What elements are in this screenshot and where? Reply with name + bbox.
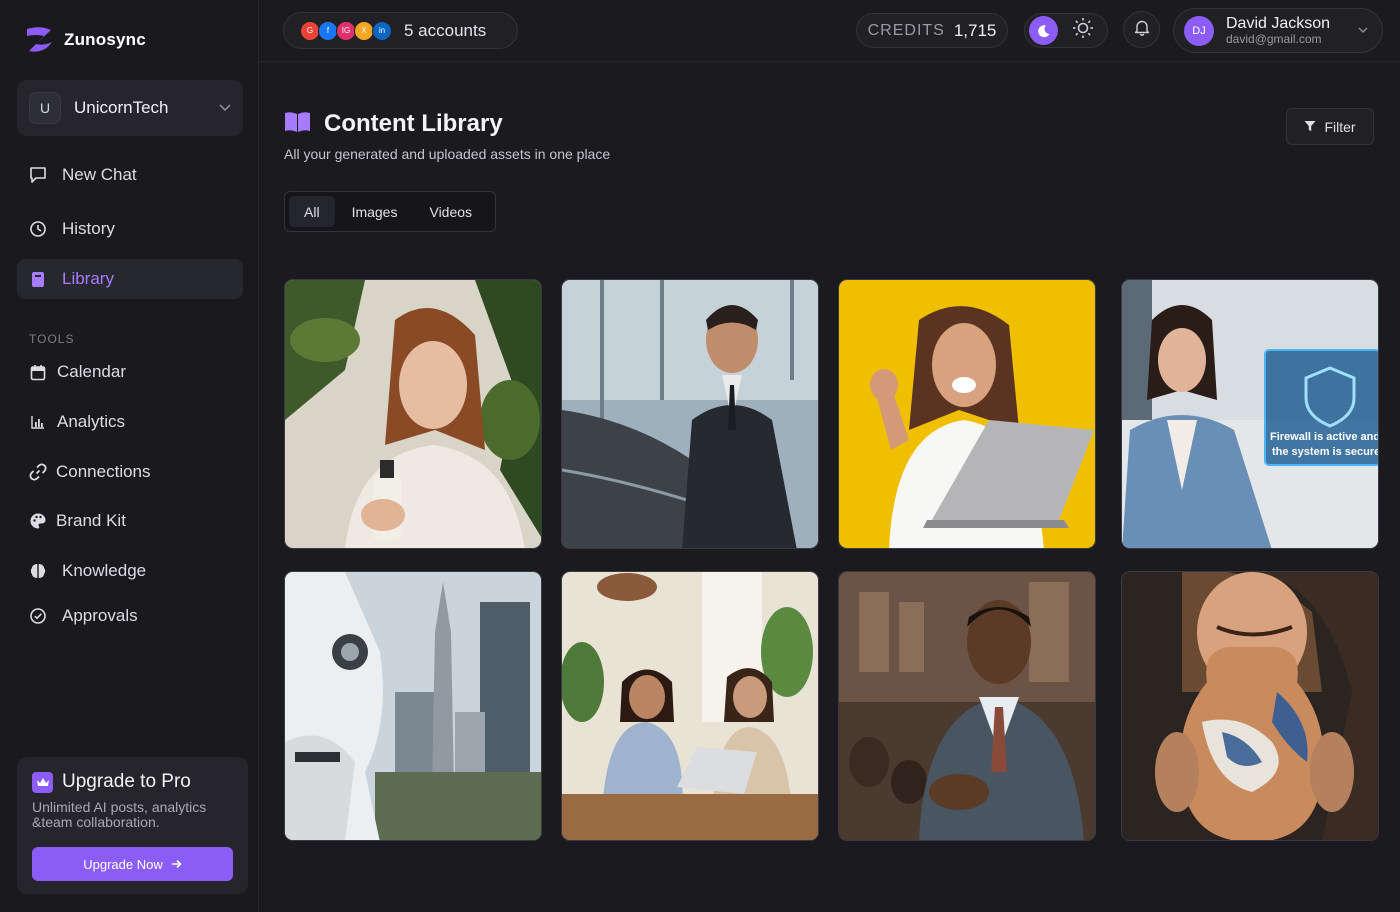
library-item[interactable] [561,571,819,841]
nav-library[interactable]: Library [17,259,243,299]
clock-icon [28,219,48,239]
nav-history[interactable]: History [17,209,243,249]
zunosync-logo-icon [27,27,52,52]
brand-name: Zunosync [64,30,146,49]
excited-woman-laptop-image [839,280,1095,548]
smiling-man-image [839,572,1095,840]
women-laptop-image [562,572,818,840]
tools-section-label: TOOLS [29,332,75,346]
filter-label: Filter [1324,118,1356,135]
content-type-tabs: All Images Videos [284,191,496,232]
woman-bottle-image [285,280,541,548]
upgrade-button-label: Upgrade Now [83,856,163,872]
chevron-down-icon [1358,25,1368,37]
nav-label: Calendar [57,362,126,381]
nav-approvals[interactable]: Approvals [17,596,243,636]
library-item[interactable] [284,571,542,841]
nav-label: Brand Kit [56,511,126,530]
sun-icon[interactable] [1072,17,1094,44]
theme-toggle[interactable] [1024,13,1108,48]
linkedin-account-icon: in [372,20,392,41]
library-item[interactable] [1121,571,1379,841]
nav-new-chat[interactable]: New Chat [17,155,243,195]
nav-label: History [62,219,115,238]
facebook-account-icon: f [318,20,338,41]
check-circle-icon [28,606,48,626]
nav-connections[interactable]: Connections [17,452,243,492]
nav-label: Approvals [62,606,138,625]
upgrade-title: Upgrade to Pro [62,771,191,792]
upgrade-description: Unlimited AI posts, analytics &team coll… [32,799,207,830]
moon-icon[interactable] [1029,16,1058,45]
avatar: DJ [1184,15,1214,46]
page-title: Content Library [324,110,503,137]
user-name: David Jackson [1226,15,1331,32]
sidebar: Zunosync U UnicornTech New Chat History … [0,0,259,912]
x-account-icon: X [354,20,374,41]
logo[interactable]: Zunosync [24,24,146,56]
library-item[interactable] [284,279,542,549]
page-header: Content Library [284,110,503,138]
workspace-name: UnicornTech [74,98,169,117]
user-email: david@gmail.com [1226,32,1322,46]
upgrade-card: Upgrade to Pro Unlimited AI posts, analy… [17,757,248,894]
nav-brand-kit[interactable]: Brand Kit [17,501,243,541]
overlay-text-line1: Firewall is active and [1270,431,1379,443]
library-item[interactable] [561,279,819,549]
library-item[interactable] [838,279,1096,549]
nav-label: Analytics [57,412,126,431]
nav-knowledge[interactable]: Knowledge [17,551,243,591]
library-item[interactable] [838,571,1096,841]
overlay-text-line2: the system is secure [1272,446,1379,458]
notifications-button[interactable] [1123,11,1160,48]
chevron-down-icon [219,101,231,115]
tab-videos[interactable]: Videos [414,196,487,227]
man-car-image [562,280,818,548]
library-item[interactable]: Firewall is active and the system is sec… [1121,279,1379,549]
filter-icon [1304,119,1316,135]
user-menu[interactable]: DJ David Jackson david@gmail.com [1173,8,1383,53]
credits-badge: CREDITS 1,715 [856,13,1008,48]
nav-label: Connections [56,462,151,481]
upgrade-now-button[interactable]: Upgrade Now [32,847,233,881]
filter-button[interactable]: Filter [1286,108,1374,145]
chat-icon [28,165,48,185]
credits-value: 1,715 [953,20,997,40]
workspace-initial: U [29,92,61,124]
connected-accounts-pill[interactable]: G f IG X in 5 accounts [283,12,518,49]
businesswoman-shield-image: Firewall is active and the system is sec… [1122,280,1379,548]
robot-city-image [285,572,541,840]
nav-analytics[interactable]: Analytics [17,402,243,442]
bell-icon [1134,19,1150,41]
arrow-right-icon [171,857,182,872]
credits-label: CREDITS [867,21,945,39]
bar-chart-icon [28,412,48,432]
book-icon [28,269,48,289]
google-account-icon: G [300,20,320,41]
instagram-account-icon: IG [336,20,356,41]
brain-icon [28,561,48,581]
calendar-icon [28,362,48,382]
nav-calendar[interactable]: Calendar [17,352,243,392]
tab-images[interactable]: Images [337,196,413,227]
nav-label: Knowledge [62,561,147,580]
woman-vase-image [1122,572,1378,840]
nav-label: Library [62,269,114,288]
accounts-count: 5 accounts [404,20,487,40]
nav-label: New Chat [62,165,137,184]
topbar: G f IG X in 5 accounts CREDITS 1,715 DJ … [260,0,1400,62]
link-icon [28,462,48,482]
palette-icon [28,511,48,531]
book-open-icon [284,111,311,138]
crown-icon [32,771,53,793]
tab-all[interactable]: All [289,196,335,227]
page-subtitle: All your generated and uploaded assets i… [284,146,611,162]
workspace-switcher[interactable]: U UnicornTech [17,80,243,136]
